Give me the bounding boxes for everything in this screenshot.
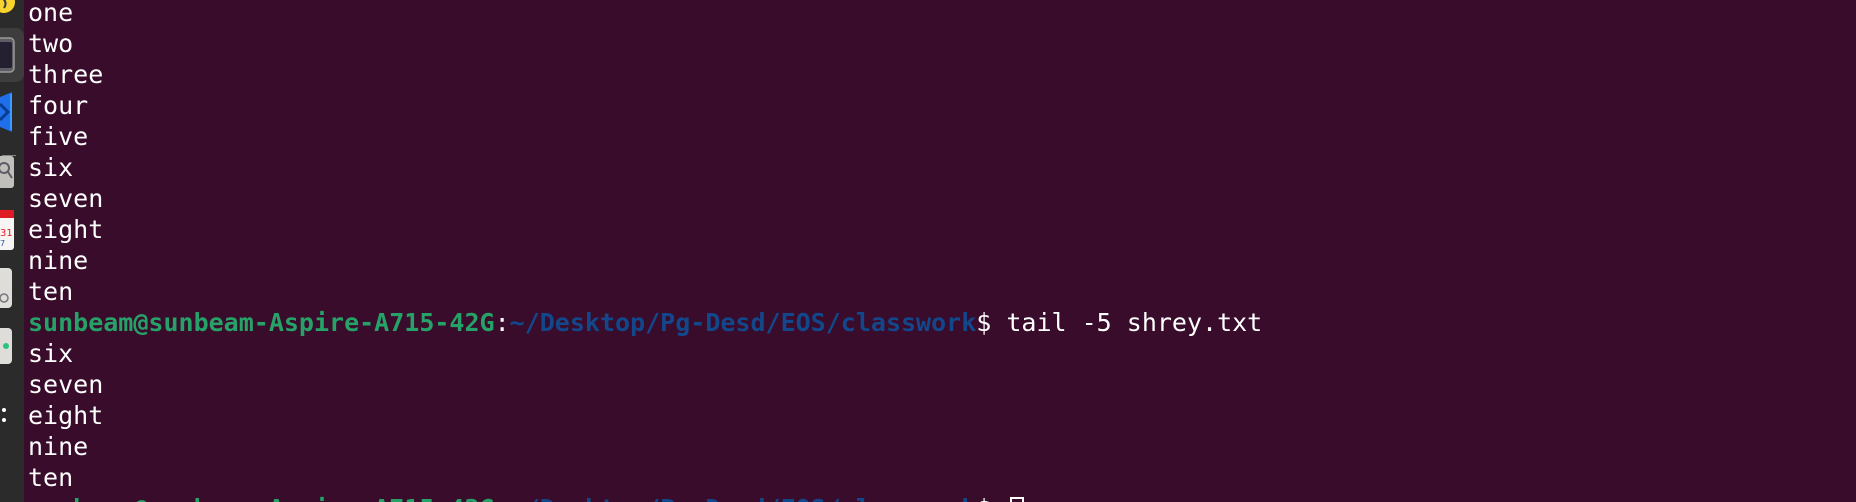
active-prompt-line[interactable]: sunbeam@sunbeam-Aspire-A715-42G:~/Deskto… <box>28 493 1262 502</box>
prompt-separator: : <box>494 308 510 337</box>
output-line: six <box>28 153 74 182</box>
dock: 31 7 <box>0 0 24 502</box>
output-line: four <box>28 91 89 120</box>
prompt-line: sunbeam@sunbeam-Aspire-A715-42G:~/Deskto… <box>28 307 1262 338</box>
dock-divider <box>0 144 24 156</box>
output-line: three <box>28 60 104 89</box>
disk-icon[interactable] <box>0 266 24 310</box>
output-line: nine <box>28 432 89 461</box>
output-line: ten <box>28 277 74 306</box>
prompt-separator: : <box>495 494 510 502</box>
output-line: two <box>28 29 74 58</box>
image-viewer-icon[interactable] <box>0 154 24 192</box>
terminal-icon[interactable] <box>0 28 24 82</box>
output-line: eight <box>28 401 104 430</box>
output-line: six <box>28 339 74 368</box>
prompt-symbol: $ <box>976 308 1007 337</box>
output-line: eight <box>28 215 104 244</box>
svg-text:31: 31 <box>0 228 13 239</box>
prompt-command: tail -5 shrey.txt <box>1006 308 1263 337</box>
calendar-icon[interactable]: 31 7 <box>0 208 24 252</box>
prompt-user-host: sunbeam@sunbeam-Aspire-A715-42G <box>28 308 495 337</box>
help-icon[interactable] <box>0 0 24 20</box>
output-line: nine <box>28 246 89 275</box>
trash-icon[interactable] <box>0 326 24 366</box>
terminal-output: one two three four five six seven eight … <box>28 0 1262 502</box>
output-line: ten <box>28 463 74 492</box>
text-cursor <box>1010 497 1025 502</box>
output-line: one <box>28 0 74 27</box>
svg-text:7: 7 <box>0 239 5 248</box>
prompt-user-host: sunbeam@sunbeam-Aspire-A715-42G <box>28 494 495 502</box>
prompt-path: ~/Desktop/Pg-Desd/EOS/classwork <box>510 494 977 502</box>
vscode-icon[interactable] <box>0 92 24 132</box>
output-line: seven <box>28 370 104 399</box>
prompt-path: ~/Desktop/Pg-Desd/EOS/classwork <box>509 308 977 337</box>
show-apps-icon[interactable] <box>0 404 24 428</box>
output-line: five <box>28 122 89 151</box>
prompt-symbol: $ <box>976 494 1006 502</box>
output-line: seven <box>28 184 104 213</box>
terminal-window[interactable]: one two three four five six seven eight … <box>28 0 1856 502</box>
